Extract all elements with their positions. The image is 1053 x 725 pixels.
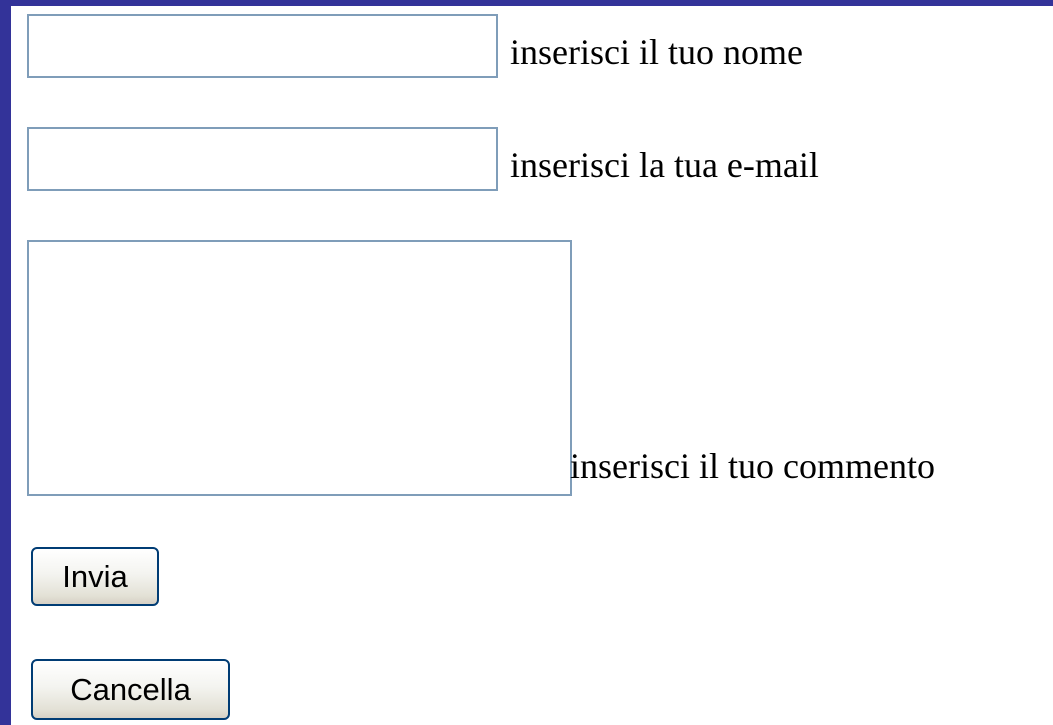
comment-label: inserisci il tuo commento xyxy=(570,446,935,486)
name-label: inserisci il tuo nome xyxy=(510,32,803,72)
email-input[interactable] xyxy=(27,127,498,191)
email-label: inserisci la tua e-mail xyxy=(510,145,819,185)
comment-form-page: inserisci il tuo nome inserisci la tua e… xyxy=(11,6,1053,725)
reset-button[interactable]: Cancella xyxy=(31,659,230,720)
name-input[interactable] xyxy=(27,14,498,78)
comment-textarea[interactable] xyxy=(27,240,572,496)
submit-button[interactable]: Invia xyxy=(31,547,159,606)
